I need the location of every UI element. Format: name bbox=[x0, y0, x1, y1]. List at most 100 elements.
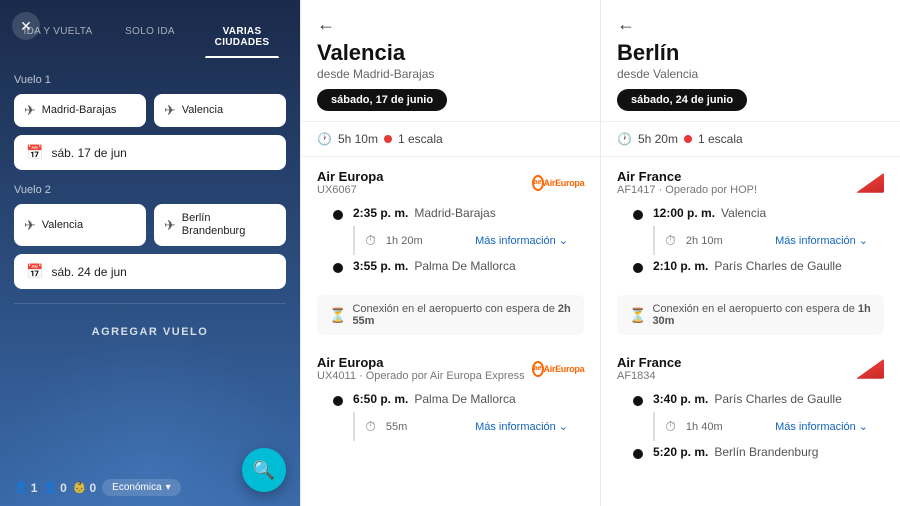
search-icon: 🔍 bbox=[253, 460, 275, 481]
tl-dot-r2 bbox=[633, 263, 643, 273]
middle-dep-time1: 2:35 p. m. bbox=[353, 206, 408, 220]
right-dep-place2: París Charles de Gaulle bbox=[714, 392, 841, 406]
connection-icon-r: ⏳ bbox=[629, 307, 646, 324]
tl-dot-2 bbox=[333, 263, 343, 273]
chevron-down-icon-m2: ⌄ bbox=[559, 420, 568, 433]
right-tl-duration2: ⏱ 1h 40m Más información ⌄ bbox=[653, 412, 868, 441]
right-title: Berlín bbox=[617, 41, 884, 65]
vuelo2-dest-city: Berlín Brandenburg bbox=[182, 212, 276, 238]
chevron-down-icon-r2: ⌄ bbox=[859, 420, 868, 433]
middle-arr-place1: Palma De Mallorca bbox=[414, 259, 515, 273]
vuelo1-date-box[interactable]: 📅 sáb. 17 de jun bbox=[14, 135, 286, 170]
middle-tl-arr1: 3:55 p. m. Palma De Mallorca bbox=[333, 259, 568, 273]
middle-arr-time1: 3:55 p. m. bbox=[353, 259, 408, 273]
search-button[interactable]: 🔍 bbox=[242, 448, 286, 492]
right-more-info2[interactable]: Más información ⌄ bbox=[775, 420, 868, 433]
tl-dot-1 bbox=[333, 210, 343, 220]
middle-tl-dep2: 6:50 p. m. Palma De Mallorca bbox=[333, 392, 568, 406]
right-airline2-info: Air France AF1834 bbox=[617, 355, 681, 382]
middle-timeline1: 2:35 p. m. Madrid-Barajas ⏱ 1h 20m Más i… bbox=[317, 206, 584, 273]
chevron-down-icon: ▾ bbox=[166, 482, 171, 493]
middle-airline2-header: Air Europa UX4011 · Operado por Air Euro… bbox=[317, 355, 584, 382]
adults-count: 👤 1 bbox=[14, 481, 37, 495]
right-airline1-header: Air France AF1417 · Operado por HOP! bbox=[617, 169, 884, 196]
tab-varias-ciudades[interactable]: VARIAS CIUDADES bbox=[196, 18, 288, 58]
vuelo2-origin-city: Valencia bbox=[42, 219, 83, 232]
right-airline2-name: Air France bbox=[617, 355, 681, 370]
middle-dep-place2: Palma De Mallorca bbox=[414, 392, 515, 406]
middle-stops: 1 escala bbox=[398, 132, 443, 146]
middle-flight-summary: 🕐 5h 10m 1 escala bbox=[301, 122, 600, 157]
right-airline2-block: Air France AF1834 3:40 p. m. París Charl… bbox=[601, 343, 900, 473]
middle-airline1-info: Air Europa UX6067 bbox=[317, 169, 383, 196]
middle-airline1-header: Air Europa UX6067 ae AirEuropa bbox=[317, 169, 584, 196]
right-airline1-block: Air France AF1417 · Operado por HOP! 12:… bbox=[601, 157, 900, 287]
plane-arrival-icon-2: ✈ bbox=[164, 217, 176, 234]
left-content: Vuelo 1 ✈ Madrid-Barajas ✈ Valencia 📅 sá… bbox=[0, 58, 300, 469]
infant-icon: 👶 bbox=[73, 481, 87, 494]
plane-departure-icon-2: ✈ bbox=[24, 217, 36, 234]
right-back-button[interactable]: ← bbox=[617, 14, 884, 35]
middle-connection1: ⏳ Conexión en el aeropuerto con espera d… bbox=[317, 295, 584, 335]
right-flight-summary: 🕐 5h 20m 1 escala bbox=[601, 122, 900, 157]
right-panel: ← Berlín desde Valencia sábado, 24 de ju… bbox=[601, 0, 900, 506]
right-airline1-info: Air France AF1417 · Operado por HOP! bbox=[617, 169, 757, 196]
middle-date-chip: sábado, 17 de junio bbox=[317, 89, 447, 111]
clock-icon-1: ⏱ bbox=[365, 232, 376, 249]
right-timeline2: 3:40 p. m. París Charles de Gaulle ⏱ 1h … bbox=[617, 392, 884, 459]
vuelo2-origin[interactable]: ✈ Valencia bbox=[14, 204, 146, 246]
air-europa-logo-1: ae AirEuropa bbox=[532, 172, 584, 194]
trip-type-tabs: IDA Y VUELTA SOLO IDA VARIAS CIUDADES bbox=[0, 8, 300, 58]
right-airline2-header: Air France AF1834 bbox=[617, 355, 884, 382]
middle-more-info1[interactable]: Más información ⌄ bbox=[475, 234, 568, 247]
vuelo1-origin[interactable]: ✈ Madrid-Barajas bbox=[14, 94, 146, 127]
middle-subtitle: desde Madrid-Barajas bbox=[317, 67, 584, 81]
vuelo2-date-box[interactable]: 📅 sáb. 24 de jun bbox=[14, 254, 286, 289]
right-airline1-name: Air France bbox=[617, 169, 757, 184]
right-dep-time2: 3:40 p. m. bbox=[653, 392, 708, 406]
tl-dot-r3 bbox=[633, 396, 643, 406]
right-subtitle: desde Valencia bbox=[617, 67, 884, 81]
infants-count: 👶 0 bbox=[73, 481, 96, 495]
middle-dep-place1: Madrid-Barajas bbox=[414, 206, 495, 220]
plane-departure-icon: ✈ bbox=[24, 102, 36, 119]
cabin-selector[interactable]: Económica ▾ bbox=[102, 479, 181, 496]
vuelo1-destination[interactable]: ✈ Valencia bbox=[154, 94, 286, 127]
left-panel: ✕ IDA Y VUELTA SOLO IDA VARIAS CIUDADES … bbox=[0, 0, 300, 506]
children-count: 👤 0 bbox=[43, 481, 66, 495]
middle-timeline2: 6:50 p. m. Palma De Mallorca ⏱ 55m Más i… bbox=[317, 392, 584, 441]
tl-dot-3 bbox=[333, 396, 343, 406]
tab-solo-ida[interactable]: SOLO IDA bbox=[104, 18, 196, 58]
air-france-logo-1 bbox=[856, 173, 884, 193]
clock-icon-m: 🕐 bbox=[317, 132, 332, 146]
vuelo2-destination[interactable]: ✈ Berlín Brandenburg bbox=[154, 204, 286, 246]
right-tl-dep1: 12:00 p. m. Valencia bbox=[633, 206, 868, 220]
right-arr-time2: 5:20 p. m. bbox=[653, 445, 708, 459]
plane-arrival-icon: ✈ bbox=[164, 102, 176, 119]
middle-airline2-info: Air Europa UX4011 · Operado por Air Euro… bbox=[317, 355, 525, 382]
middle-back-button[interactable]: ← bbox=[317, 14, 584, 35]
right-tl-dep2: 3:40 p. m. París Charles de Gaulle bbox=[633, 392, 868, 406]
middle-more-info2[interactable]: Más información ⌄ bbox=[475, 420, 568, 433]
stops-dot-m bbox=[384, 135, 392, 143]
middle-dep-time2: 6:50 p. m. bbox=[353, 392, 408, 406]
child-icon: 👤 bbox=[43, 481, 57, 494]
right-duration2: 1h 40m bbox=[686, 421, 723, 433]
middle-tl-dep1: 2:35 p. m. Madrid-Barajas bbox=[333, 206, 568, 220]
add-flight-button[interactable]: AGREGAR VUELO bbox=[14, 316, 286, 348]
right-tl-duration1: ⏱ 2h 10m Más información ⌄ bbox=[653, 226, 868, 255]
vuelo1-dest-city: Valencia bbox=[182, 104, 223, 117]
middle-panel: ← Valencia desde Madrid-Barajas sábado, … bbox=[300, 0, 601, 506]
middle-title: Valencia bbox=[317, 41, 584, 65]
clock-icon-2: ⏱ bbox=[365, 418, 376, 435]
air-france-logo-2 bbox=[856, 359, 884, 379]
right-arr-place2: Berlín Brandenburg bbox=[714, 445, 818, 459]
right-more-info1[interactable]: Más información ⌄ bbox=[775, 234, 868, 247]
middle-duration2: 55m bbox=[386, 421, 407, 433]
right-conn-text1: Conexión en el aeropuerto con espera de … bbox=[652, 303, 872, 327]
middle-airline1-name: Air Europa bbox=[317, 169, 383, 184]
tab-ida-vuelta[interactable]: IDA Y VUELTA bbox=[12, 18, 104, 58]
clock-icon-r: 🕐 bbox=[617, 132, 632, 146]
right-duration1: 2h 10m bbox=[686, 235, 723, 247]
vuelo1-label: Vuelo 1 bbox=[14, 74, 286, 86]
